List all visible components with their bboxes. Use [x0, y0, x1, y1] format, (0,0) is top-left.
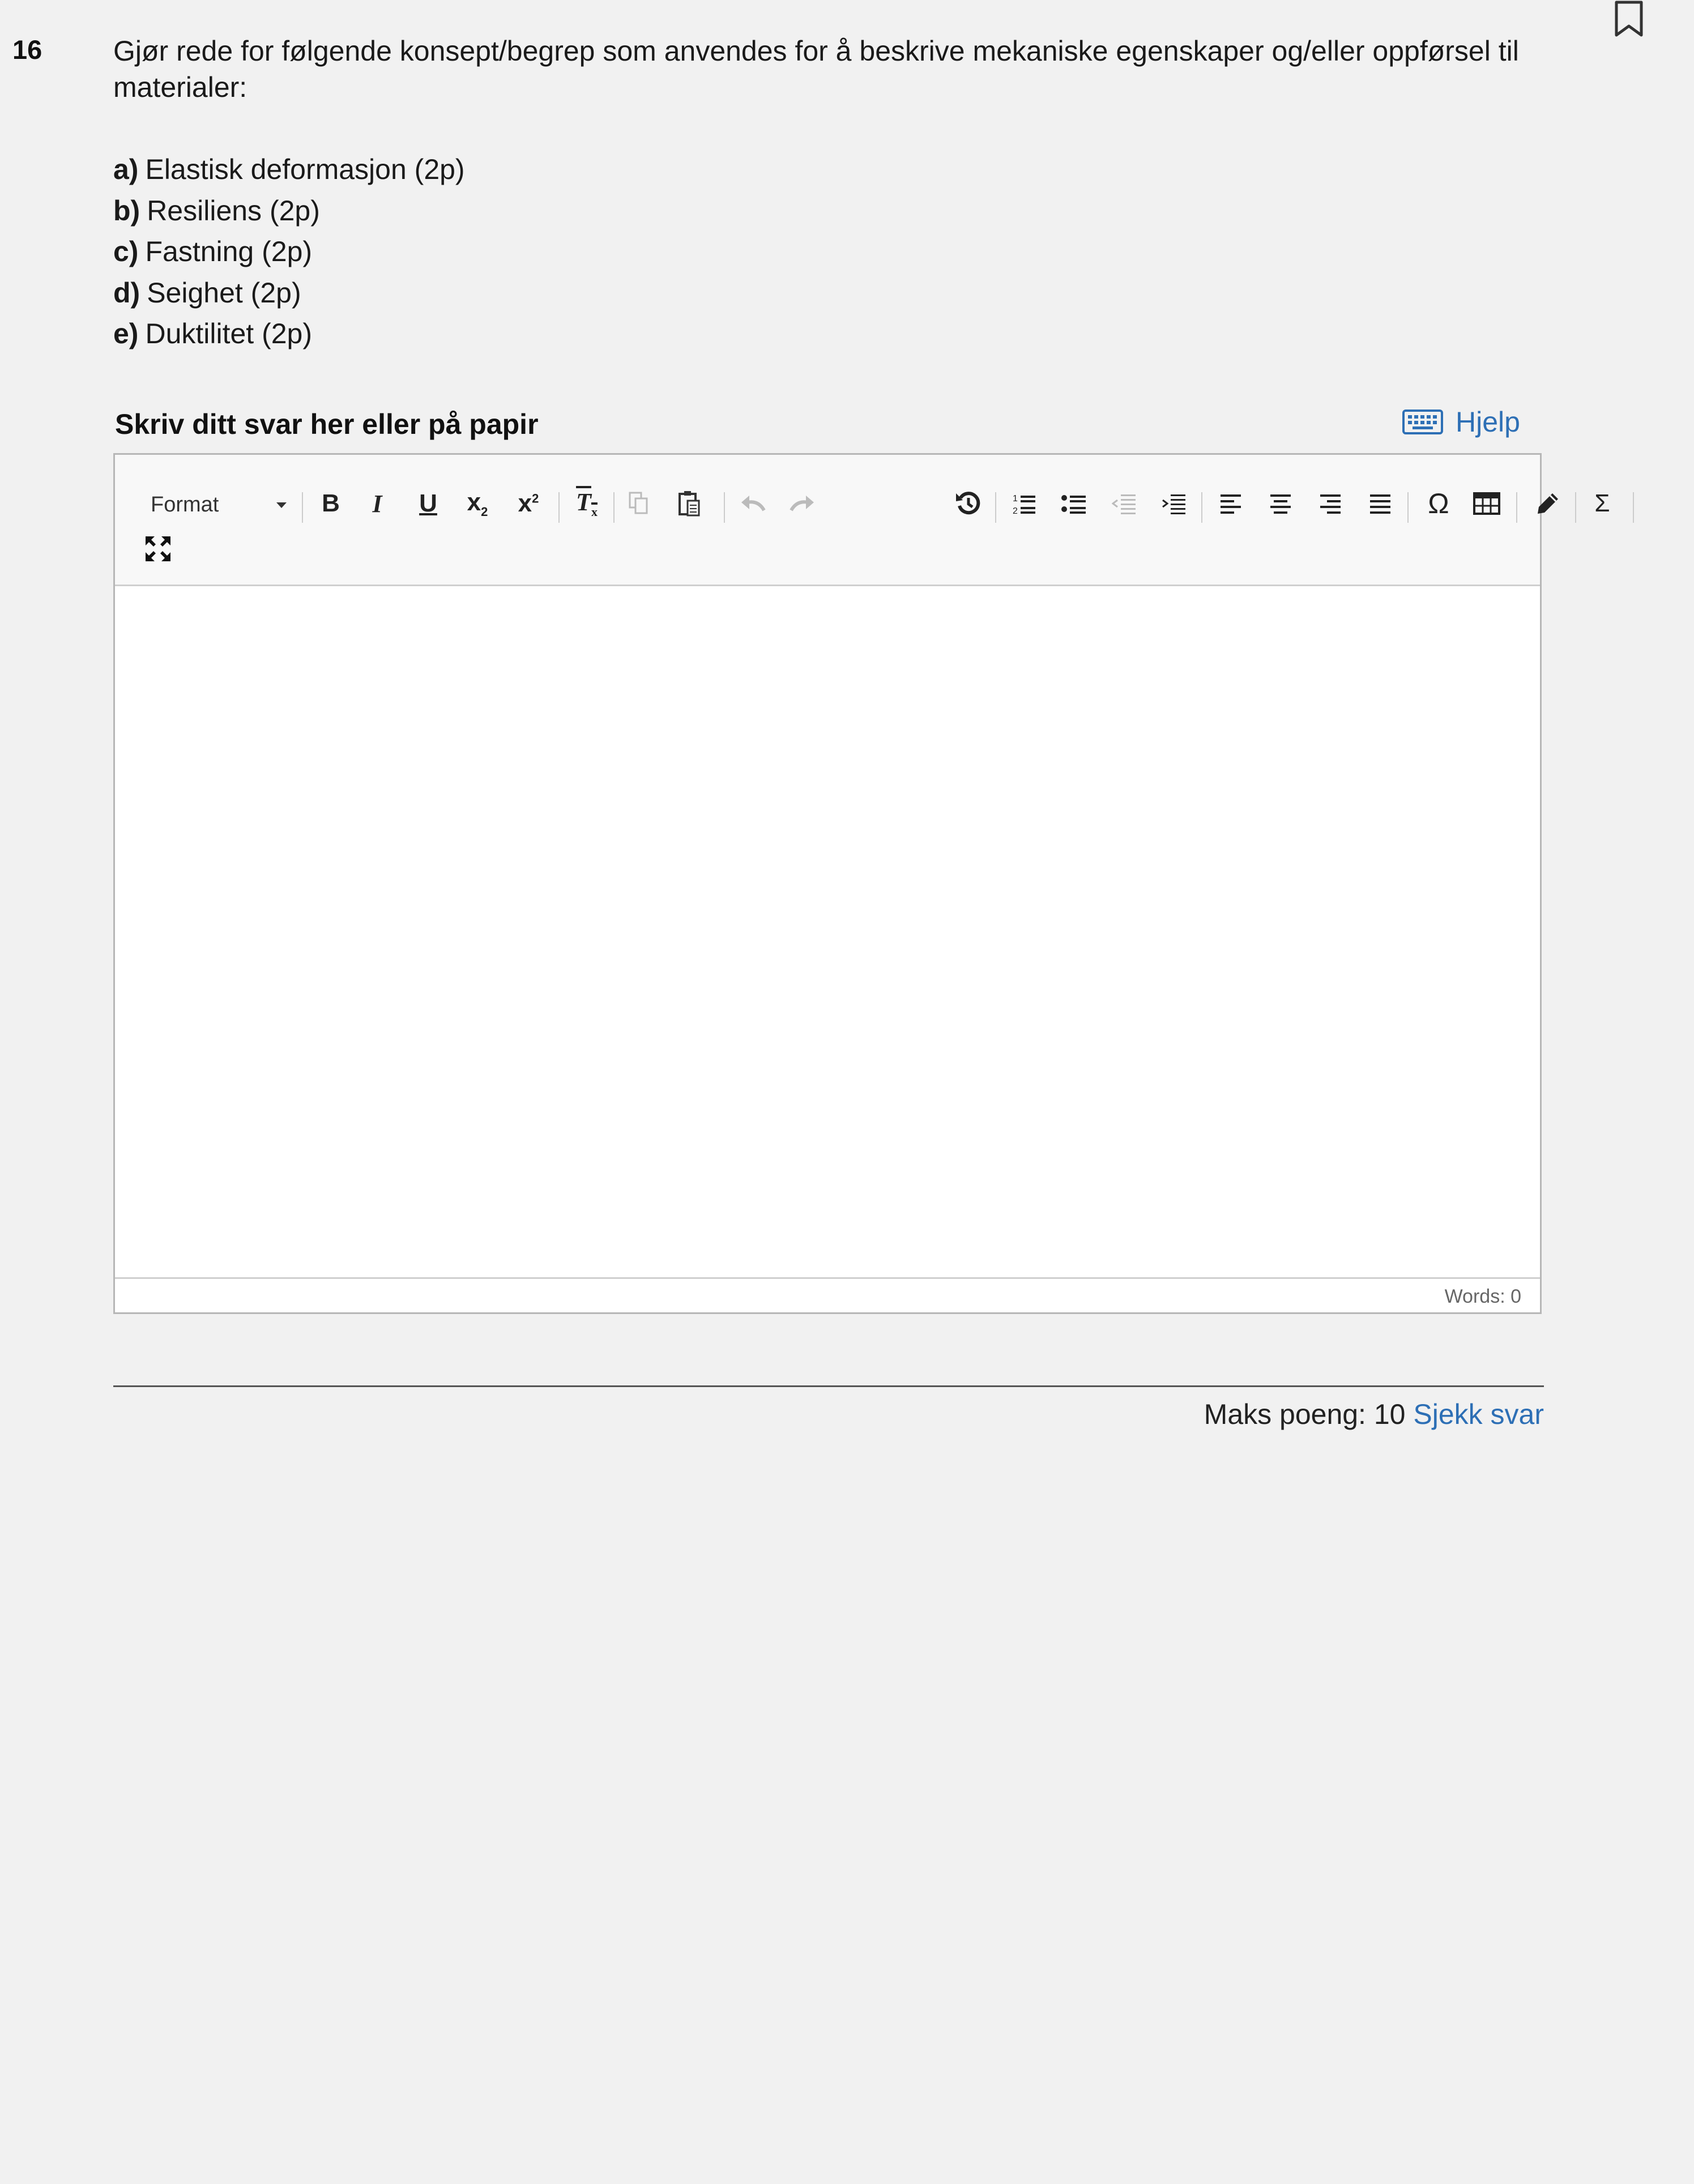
item-letter: b) [113, 194, 140, 227]
question-item: a) Elastisk deformasjon (2p) [113, 149, 465, 190]
equation-button[interactable]: Σ [1585, 487, 1619, 521]
svg-text:2: 2 [1013, 506, 1018, 516]
editor-toolbar: Format B I U x2 x2 Tx 1 2 Ω Σ [115, 455, 1634, 586]
footer-divider [113, 1385, 1544, 1387]
max-points: Maks poeng: 10 [1204, 1398, 1406, 1430]
underline-icon: U [419, 489, 437, 517]
align-justify-button[interactable] [1363, 487, 1397, 521]
bulleted-list-button[interactable] [1057, 487, 1091, 521]
remove-format-icon: Tx [576, 488, 598, 519]
copy-button[interactable] [622, 487, 656, 521]
item-text: Duktilitet (2p) [145, 318, 312, 349]
history-button[interactable] [949, 487, 988, 521]
align-right-icon [1320, 494, 1341, 514]
question-footer: Maks poeng: 10 Sjekk svar [1204, 1398, 1544, 1431]
indent-button[interactable] [1157, 487, 1191, 521]
check-answer-link[interactable]: Sjekk svar [1413, 1398, 1544, 1430]
question-item: e) Duktilitet (2p) [113, 313, 465, 355]
item-text: Elastisk deformasjon (2p) [145, 153, 465, 185]
svg-text:1: 1 [1013, 494, 1018, 504]
align-center-button[interactable] [1264, 487, 1298, 521]
special-character-button[interactable]: Ω [1419, 487, 1458, 521]
superscript-icon: x2 [518, 489, 539, 517]
superscript-button[interactable]: x2 [511, 487, 545, 521]
question-number: 16 [12, 35, 42, 65]
help-link[interactable]: Hjelp [1402, 406, 1520, 438]
format-dropdown[interactable]: Format [146, 489, 293, 521]
align-center-icon [1270, 494, 1291, 514]
toolbar-separator [724, 492, 725, 523]
align-right-button[interactable] [1313, 487, 1347, 521]
align-justify-icon [1370, 494, 1390, 514]
item-letter: c) [113, 236, 139, 267]
paste-icon [679, 491, 700, 517]
redo-icon [790, 496, 814, 511]
align-left-button[interactable] [1214, 487, 1248, 521]
table-button[interactable] [1470, 487, 1504, 521]
numbered-list-icon: 1 2 [1013, 494, 1035, 516]
bold-icon: B [322, 489, 340, 517]
paste-button[interactable] [673, 487, 707, 521]
equation-icon: Σ [1594, 489, 1610, 517]
question-content: Gjør rede for følgende konsept/begrep so… [113, 33, 1546, 349]
subscript-icon: x2 [467, 488, 488, 519]
fullscreen-icon [146, 536, 170, 561]
keyboard-icon [1402, 410, 1443, 434]
special-character-icon: Ω [1428, 488, 1449, 519]
help-label: Hjelp [1456, 406, 1520, 438]
toolbar-separator [1201, 492, 1202, 523]
underline-button[interactable]: U [414, 487, 442, 521]
question-item-list: a) Elastisk deformasjon (2p) b) Resiliens … [113, 149, 465, 355]
item-letter: e) [113, 318, 139, 349]
italic-button[interactable]: I [363, 487, 391, 521]
draw-icon [1538, 493, 1558, 514]
item-letter: a) [113, 153, 139, 185]
question-item: c) Fastning (2p) [113, 231, 465, 272]
question-item: d) Seighet (2p) [113, 272, 465, 314]
item-text: Fastning (2p) [145, 236, 313, 267]
editor-statusbar: Words: 0 [115, 1277, 1540, 1312]
question-prompt: Gjør rede for følgende konsept/begrep so… [113, 35, 1519, 103]
bulleted-list-icon [1061, 495, 1086, 514]
answer-editor: Format B I U x2 x2 Tx 1 2 Ω Σ Words: 0 [113, 453, 1634, 1314]
item-text: Seighet (2p) [147, 276, 301, 309]
outdent-button[interactable] [1107, 487, 1141, 521]
toolbar-separator [995, 492, 996, 523]
indent-icon [1162, 494, 1185, 514]
toolbar-separator [302, 492, 303, 523]
bold-button[interactable]: B [317, 487, 345, 521]
chevron-down-icon [276, 502, 287, 508]
question-item: b) Resiliens (2p) [113, 190, 465, 232]
item-text: Resiliens (2p) [147, 194, 320, 227]
fullscreen-button[interactable] [141, 532, 175, 566]
word-count: Words: 0 [1444, 1286, 1521, 1307]
copy-icon [629, 492, 648, 514]
toolbar-separator [613, 492, 615, 523]
undo-icon [741, 496, 766, 511]
align-left-icon [1221, 494, 1241, 514]
answer-textarea[interactable] [115, 586, 1540, 1277]
subscript-button[interactable]: x2 [460, 487, 494, 521]
table-icon [1473, 492, 1500, 515]
redo-button[interactable] [782, 487, 822, 521]
draw-button[interactable] [1531, 487, 1565, 521]
answer-label: Skriv ditt svar her eller på papir [115, 408, 539, 440]
remove-format-button[interactable]: Tx [570, 487, 604, 521]
item-letter: d) [113, 276, 140, 309]
toolbar-separator [1516, 492, 1517, 523]
history-icon [956, 492, 980, 515]
toolbar-separator [1407, 492, 1409, 523]
toolbar-separator [1575, 492, 1576, 523]
undo-button[interactable] [733, 487, 773, 521]
outdent-icon [1112, 494, 1136, 514]
numbered-list-button[interactable]: 1 2 [1007, 487, 1041, 521]
italic-icon: I [372, 489, 382, 518]
toolbar-separator [558, 492, 560, 523]
bookmark-icon[interactable] [1612, 0, 1646, 40]
format-label: Format [151, 492, 219, 517]
toolbar-separator [1633, 492, 1634, 523]
